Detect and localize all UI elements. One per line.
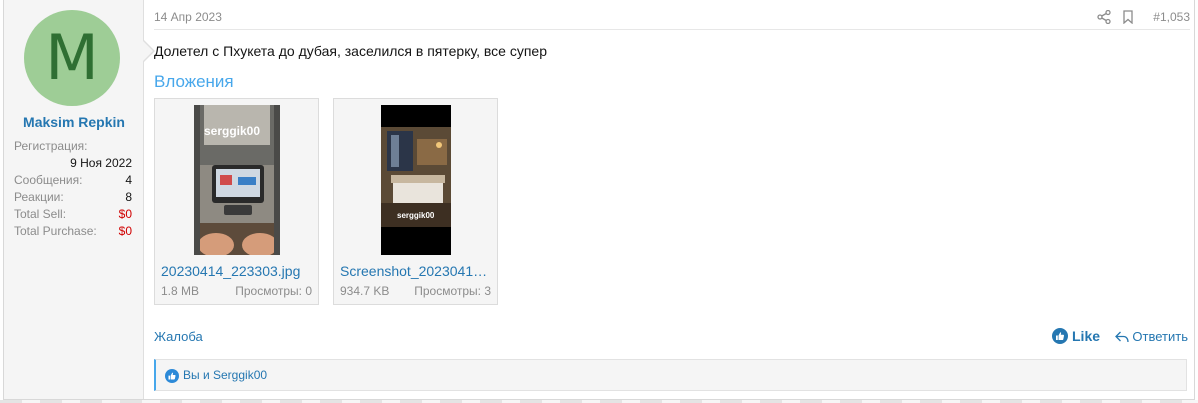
stat-total-sell: Total Sell: $0	[14, 206, 132, 223]
post-main: 14 Апр 2023 #1,053 Долетел с Пхукета до …	[154, 0, 1190, 399]
attachment-views: Просмотры: 0	[235, 284, 312, 298]
stat-registration: Регистрация: 9 Ноя 2022	[14, 138, 132, 172]
user-sidebar: M Maksim Repkin Регистрация: 9 Ноя 2022 …	[4, 0, 144, 399]
thumbs-up-icon	[1052, 328, 1068, 344]
attachment-card[interactable]: serggik00 20230414_223303.jpg 1.8 MB Про…	[154, 98, 319, 305]
stat-value: 4	[125, 173, 132, 187]
post-number[interactable]: #1,053	[1153, 10, 1190, 24]
reactions-text[interactable]: Вы и Serggik00	[183, 368, 267, 382]
stat-value: 8	[125, 190, 132, 204]
stat-label: Total Sell:	[14, 207, 67, 221]
attachment-size: 934.7 KB	[340, 284, 390, 298]
report-link[interactable]: Жалоба	[154, 329, 203, 344]
attachments-title: Вложения	[154, 72, 234, 91]
attachment-views: Просмотры: 3	[414, 284, 491, 298]
stat-total-purchase: Total Purchase: $0	[14, 223, 132, 240]
reactions-bar[interactable]: Вы и Serggik00	[154, 359, 1187, 391]
stat-reactions: Реакции: 8	[14, 189, 132, 206]
like-button[interactable]: Like	[1052, 328, 1100, 344]
reply-icon	[1115, 331, 1130, 342]
post-container: M Maksim Repkin Регистрация: 9 Ноя 2022 …	[3, 0, 1195, 400]
attachment-thumbnail[interactable]: serggik00	[194, 105, 280, 255]
avatar[interactable]: M	[24, 10, 120, 106]
stat-value: 9 Ноя 2022	[70, 156, 132, 170]
reply-label: Ответить	[1132, 329, 1188, 344]
user-stats: Регистрация: 9 Ноя 2022 Сообщения: 4 Реа…	[14, 138, 132, 240]
username[interactable]: Maksim Repkin	[4, 114, 144, 130]
stat-value: $0	[118, 207, 132, 221]
attachment-name[interactable]: 20230414_223303.jpg	[161, 263, 313, 279]
reply-button[interactable]: Ответить	[1115, 329, 1188, 344]
stat-value: $0	[118, 224, 132, 238]
attachment-thumbnail[interactable]: serggik00	[381, 105, 451, 255]
photo-watermark: serggik00	[204, 124, 261, 138]
post-message: Долетел с Пхукета до дубая, заселился в …	[154, 43, 547, 59]
share-icon[interactable]	[1097, 10, 1111, 24]
hotel-room-photo	[381, 105, 451, 255]
post-meta: 14 Апр 2023 #1,053	[154, 10, 1190, 30]
stat-label: Сообщения:	[14, 173, 83, 187]
thumbs-up-icon	[165, 369, 179, 383]
bookmark-icon[interactable]	[1122, 10, 1134, 24]
stat-label: Реакции:	[14, 190, 64, 204]
post-date[interactable]: 14 Апр 2023	[154, 10, 222, 24]
attachment-size: 1.8 MB	[161, 284, 200, 298]
attachment-card[interactable]: serggik00 Screenshot_20230414-225017_Ins…	[333, 98, 498, 305]
photo-watermark: serggik00	[397, 211, 435, 220]
like-label: Like	[1072, 328, 1101, 344]
stat-label: Total Purchase:	[14, 224, 97, 238]
stat-label: Регистрация:	[14, 139, 88, 153]
stat-messages: Сообщения: 4	[14, 172, 132, 189]
attachment-name[interactable]: Screenshot_20230414-225017_Instagram.jpg	[340, 263, 492, 279]
